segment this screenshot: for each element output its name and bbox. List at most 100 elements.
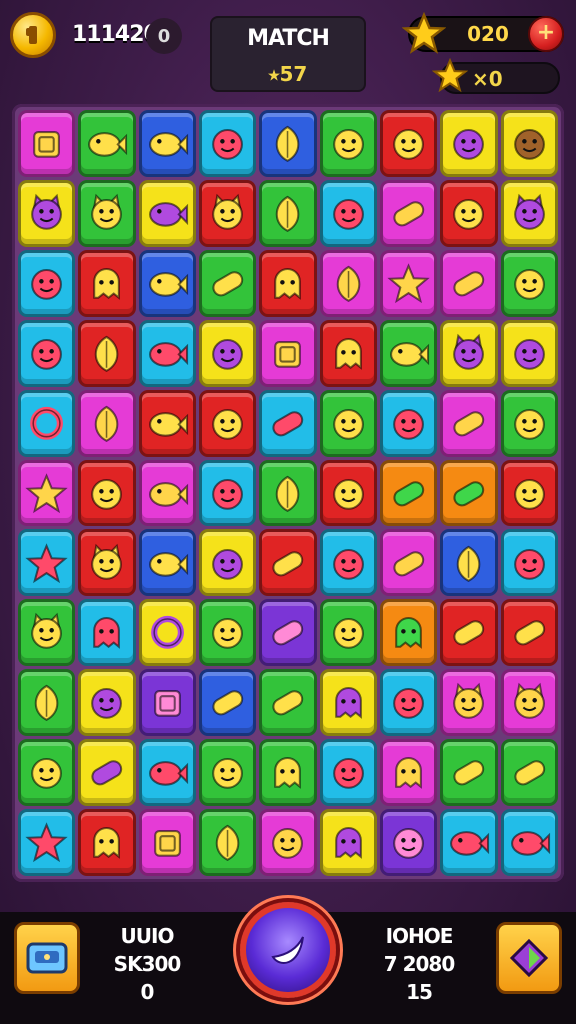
board-tile[interactable] xyxy=(259,179,317,247)
board-tile[interactable] xyxy=(259,739,317,807)
board-tile[interactable] xyxy=(500,739,558,807)
board-tile[interactable] xyxy=(18,739,76,807)
board-tile[interactable] xyxy=(78,319,136,387)
board-tile[interactable] xyxy=(138,809,196,876)
board-tile[interactable] xyxy=(199,669,257,737)
board-tile[interactable] xyxy=(78,179,136,247)
board-tile[interactable] xyxy=(78,599,136,667)
board-tile[interactable] xyxy=(138,599,196,667)
board-tile[interactable] xyxy=(380,529,438,597)
board-tile[interactable] xyxy=(500,319,558,387)
board-tile[interactable] xyxy=(138,739,196,807)
board-tile[interactable] xyxy=(259,249,317,317)
board-tile[interactable] xyxy=(319,739,377,807)
board-tile[interactable] xyxy=(500,459,558,527)
board-tile[interactable] xyxy=(78,389,136,457)
board-tile[interactable] xyxy=(440,110,498,177)
board-tile[interactable] xyxy=(500,249,558,317)
board-tile[interactable] xyxy=(319,529,377,597)
board-tile[interactable] xyxy=(199,459,257,527)
board-tile[interactable] xyxy=(18,110,76,177)
board-tile[interactable] xyxy=(138,110,196,177)
board-tile[interactable] xyxy=(380,319,438,387)
board-tile[interactable] xyxy=(18,319,76,387)
board-tile[interactable] xyxy=(199,529,257,597)
board-tile[interactable] xyxy=(259,389,317,457)
board-tile[interactable] xyxy=(78,669,136,737)
board-tile[interactable] xyxy=(500,669,558,737)
board-tile[interactable] xyxy=(440,739,498,807)
board-tile[interactable] xyxy=(78,110,136,177)
coin-pill[interactable]: 0 xyxy=(146,18,182,54)
board-tile[interactable] xyxy=(138,249,196,317)
board-tile[interactable] xyxy=(138,389,196,457)
board-tile[interactable] xyxy=(440,249,498,317)
board-tile[interactable] xyxy=(18,529,76,597)
board-tile[interactable] xyxy=(259,669,317,737)
board-tile[interactable] xyxy=(440,599,498,667)
board-tile[interactable] xyxy=(319,110,377,177)
board-tile[interactable] xyxy=(380,179,438,247)
board-tile[interactable] xyxy=(319,389,377,457)
board-tile[interactable] xyxy=(380,249,438,317)
board-tile[interactable] xyxy=(78,809,136,876)
board-tile[interactable] xyxy=(440,179,498,247)
board-tile[interactable] xyxy=(138,459,196,527)
board-tile[interactable] xyxy=(500,389,558,457)
board-tile[interactable] xyxy=(380,599,438,667)
board-tile[interactable] xyxy=(18,459,76,527)
board-tile[interactable] xyxy=(500,599,558,667)
board-tile[interactable] xyxy=(199,809,257,876)
board-tile[interactable] xyxy=(199,110,257,177)
board-tile[interactable] xyxy=(259,319,317,387)
board-tile[interactable] xyxy=(319,319,377,387)
board-tile[interactable] xyxy=(380,739,438,807)
board-tile[interactable] xyxy=(380,809,438,876)
board-tile[interactable] xyxy=(500,179,558,247)
board-tile[interactable] xyxy=(199,319,257,387)
board-tile[interactable] xyxy=(259,599,317,667)
board-tile[interactable] xyxy=(18,179,76,247)
board-tile[interactable] xyxy=(18,389,76,457)
board-tile[interactable] xyxy=(319,179,377,247)
board-tile[interactable] xyxy=(138,179,196,247)
board-tile[interactable] xyxy=(259,459,317,527)
board-tile[interactable] xyxy=(78,459,136,527)
board-tile[interactable] xyxy=(199,739,257,807)
board-tile[interactable] xyxy=(500,110,558,177)
board-tile[interactable] xyxy=(199,599,257,667)
board-tile[interactable] xyxy=(259,110,317,177)
board-tile[interactable] xyxy=(319,249,377,317)
board-tile[interactable] xyxy=(199,389,257,457)
board-tile[interactable] xyxy=(440,809,498,876)
board-tile[interactable] xyxy=(138,529,196,597)
board-tile[interactable] xyxy=(319,459,377,527)
board-tile[interactable] xyxy=(138,669,196,737)
shop-button[interactable] xyxy=(14,922,80,994)
board-tile[interactable] xyxy=(259,529,317,597)
board-tile[interactable] xyxy=(440,389,498,457)
board-tile[interactable] xyxy=(259,809,317,876)
board-tile[interactable] xyxy=(18,249,76,317)
center-action-button[interactable] xyxy=(240,902,336,998)
board-tile[interactable] xyxy=(18,809,76,876)
board-tile[interactable] xyxy=(78,529,136,597)
board-tile[interactable] xyxy=(380,459,438,527)
board-tile[interactable] xyxy=(440,669,498,737)
board-tile[interactable] xyxy=(199,179,257,247)
board-tile[interactable] xyxy=(380,110,438,177)
board-tile[interactable] xyxy=(319,809,377,876)
board-tile[interactable] xyxy=(500,529,558,597)
board-tile[interactable] xyxy=(78,739,136,807)
board-tile[interactable] xyxy=(440,459,498,527)
board-tile[interactable] xyxy=(138,319,196,387)
board-tile[interactable] xyxy=(78,249,136,317)
board-tile[interactable] xyxy=(319,669,377,737)
board-tile[interactable] xyxy=(380,389,438,457)
board-tile[interactable] xyxy=(18,669,76,737)
board-tile[interactable] xyxy=(199,249,257,317)
board-tile[interactable] xyxy=(440,319,498,387)
add-stars-button[interactable]: + xyxy=(528,16,564,52)
board-tile[interactable] xyxy=(18,599,76,667)
board-tile[interactable] xyxy=(500,809,558,876)
